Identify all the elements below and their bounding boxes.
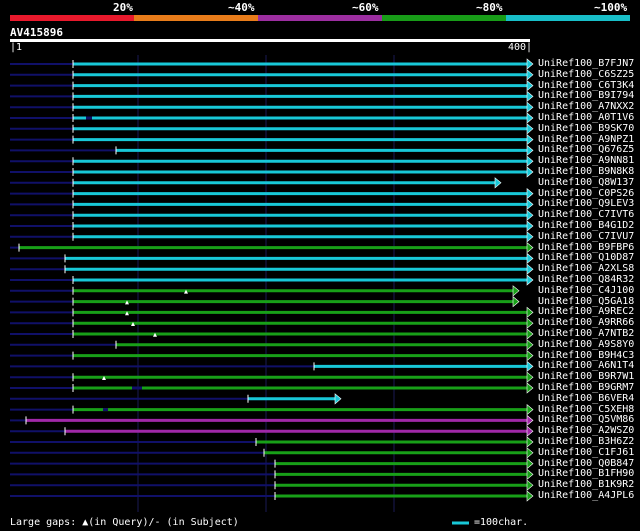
hit-label[interactable]: UniRef100_Q84R32 [538,274,634,285]
hit-arrow-head [526,360,534,373]
hit-label[interactable]: UniRef100_B9N8K8 [538,166,634,177]
hit-arrow-head [526,252,534,265]
hit-arrow-head [526,198,534,211]
hit-label[interactable]: UniRef100_B3H6Z2 [538,436,634,447]
hit-label[interactable]: UniRef100_A6N1T4 [538,360,634,371]
hit-arrow-head [526,403,534,416]
hit-label[interactable]: UniRef100_C5XEH8 [538,404,634,415]
hit-label[interactable]: UniRef100_B9SK70 [538,123,634,134]
hit-label[interactable]: UniRef100_C1FJ61 [538,447,634,458]
hit-label[interactable]: UniRef100_A2WSZ0 [538,425,634,436]
hit-label[interactable]: UniRef100_C7IVT6 [538,209,634,220]
hit-label[interactable]: UniRef100_B7FJN7 [538,58,634,69]
query-bar [10,39,530,42]
gaps-legend: Large gaps: ▲(in Query)/- (in Subject) [10,517,239,528]
hit-label[interactable]: UniRef100_Q10D87 [538,252,634,263]
hit-label[interactable]: UniRef100_B9I794 [538,90,634,101]
hit-arrow-head [526,425,534,437]
hit-arrow-head [526,101,534,113]
hit-label[interactable]: UniRef100_A4JPL6 [538,490,634,501]
hit-label[interactable]: UniRef100_C6SZ25 [538,69,634,80]
hit-label[interactable]: UniRef100_A7NTB2 [538,328,634,339]
hit-arrow-head [526,468,534,481]
hit-arrow-head [526,187,534,200]
scale-legend: =100char. [474,517,529,528]
hit-label[interactable]: UniRef100_B4G1D2 [538,220,634,231]
hit-arrow-head [526,155,534,167]
hit-label[interactable]: UniRef100_A2XLS8 [538,263,634,274]
hit-label[interactable]: UniRef100_B6VER4 [538,393,634,404]
scale-end-label: 400| [508,42,533,53]
hit-arrow-head [494,177,502,189]
hit-arrow-head [512,285,520,297]
hit-label[interactable]: UniRef100_Q5GA18 [538,296,634,307]
hit-arrow-head [526,490,534,502]
hit-arrow-head [526,79,534,92]
hit-arrow-head [526,447,534,459]
identity-label-80: ~80% [476,1,503,14]
hit-arrow-head [526,317,534,329]
identity-color-segment [10,15,134,21]
hit-arrow-head [526,241,534,254]
hit-arrow-head [526,479,534,491]
hit-arrow-head [526,274,534,286]
hit-arrow-head [526,90,534,103]
identity-color-segment [258,15,382,21]
hit-arrow-head [526,371,534,383]
hit-arrow-head [526,69,534,81]
hit-arrow-head [526,457,534,470]
hit-label[interactable]: UniRef100_A9NPZ1 [538,134,634,145]
hit-arrow-head [526,133,534,146]
hit-arrow-head [526,220,534,232]
hit-arrow-head [526,166,534,178]
identity-label-40: ~40% [228,1,255,14]
scale-start-label: |1 [10,42,23,53]
hit-label[interactable]: UniRef100_A7NXX2 [538,101,634,112]
hit-label[interactable]: UniRef100_A0T1V6 [538,112,634,123]
identity-color-segment [134,15,258,21]
identity-label-20: 20% [113,1,133,14]
hit-label[interactable]: UniRef100_A9RR66 [538,317,634,328]
hit-arrow-head [526,306,534,319]
hit-arrow-head [526,123,534,135]
hit-label[interactable]: UniRef100_C4J100 [538,285,634,296]
hit-arrow-head [526,112,534,124]
blast-graphic-panel: 20% ~40% ~60% ~80% ~100% AV415896 |1 400… [0,0,640,531]
hit-label[interactable]: UniRef100_B1K9R2 [538,479,634,490]
identity-label-60: ~60% [352,1,379,14]
hit-label[interactable]: UniRef100_A9NN81 [538,155,634,166]
hit-arrow-head [526,349,534,362]
hit-arrow-head [526,414,534,427]
query-name: AV415896 [10,26,63,39]
hit-label[interactable]: UniRef100_Q676Z5 [538,144,634,155]
hit-label[interactable]: UniRef100_Q9LEV3 [538,198,634,209]
hit-arrow-head [526,339,534,351]
hit-label[interactable]: UniRef100_C0PS26 [538,188,634,199]
hit-arrow-head [334,393,342,405]
hit-arrow-head [526,209,534,221]
identity-color-segment [382,15,506,21]
hit-label[interactable]: UniRef100_C6T3K4 [538,80,634,91]
hit-arrow-head [526,436,534,448]
hit-arrow-head [526,328,534,340]
hit-arrow-head [526,263,534,275]
hit-label[interactable]: UniRef100_B9H4C3 [538,350,634,361]
hit-label[interactable]: UniRef100_B9GRM7 [538,382,634,393]
identity-label-100: ~100% [594,1,628,14]
hit-label[interactable]: UniRef100_Q5VM86 [538,414,634,425]
hit-arrow-head [512,295,520,308]
hit-label[interactable]: UniRef100_B1FH90 [538,468,634,479]
hit-arrow-head [526,58,534,70]
hit-label[interactable]: UniRef100_B9FBP6 [538,242,634,253]
identity-color-segment [506,15,630,21]
hit-label[interactable]: UniRef100_C7IVU7 [538,231,634,242]
hit-arrow-head [526,144,534,157]
hit-arrow-head [526,382,534,394]
hit-label[interactable]: UniRef100_A9S8Y0 [538,339,634,350]
hit-arrow-head [526,231,534,243]
hit-label[interactable]: UniRef100_Q0B847 [538,458,634,469]
hit-label[interactable]: UniRef100_A9REC2 [538,306,634,317]
hit-label[interactable]: UniRef100_Q8W137 [538,177,634,188]
hit-label[interactable]: UniRef100_B9R7W1 [538,371,634,382]
